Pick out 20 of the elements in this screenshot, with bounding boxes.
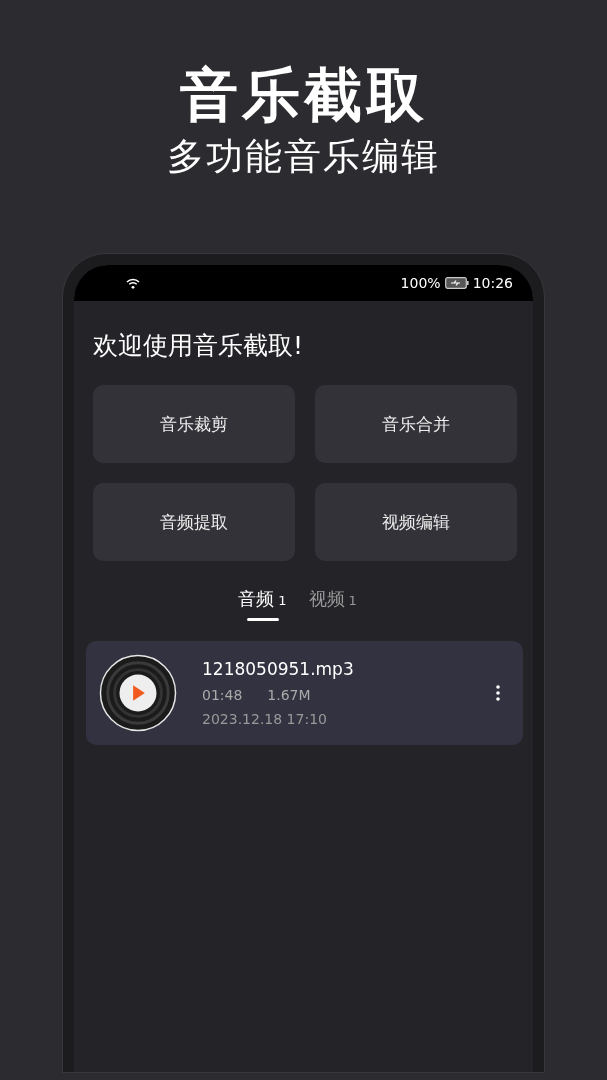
vinyl-play-icon[interactable] — [99, 654, 177, 732]
media-tab[interactable]: 视频 1 — [308, 583, 357, 623]
file-duration: 01:48 — [202, 687, 243, 703]
tool-button[interactable]: 音乐裁剪 — [93, 385, 295, 463]
clock: 10:26 — [472, 275, 513, 291]
battery-percent: 100% — [400, 275, 441, 291]
file-card[interactable]: 1218050951.mp3 01:48 1.67M 2023.12.18 17:10 — [86, 641, 523, 745]
tool-button[interactable]: 视频编辑 — [315, 483, 517, 561]
promo-subtitle: 多功能音乐编辑 — [167, 134, 440, 180]
tool-button[interactable]: 音乐合并 — [315, 385, 517, 463]
more-icon[interactable] — [496, 685, 500, 701]
promo-title: 音乐截取 — [179, 60, 428, 130]
wifi-icon — [126, 277, 140, 289]
file-date: 2023.12.18 17:10 — [202, 711, 328, 727]
battery-icon — [444, 277, 469, 289]
welcome-text: 欢迎使用音乐截取! — [93, 330, 305, 362]
file-size: 1.67M — [267, 687, 311, 703]
tool-button[interactable]: 音频提取 — [93, 483, 295, 561]
media-tab[interactable]: 音频 1 — [238, 583, 287, 623]
file-name: 1218050951.mp3 — [202, 659, 355, 679]
